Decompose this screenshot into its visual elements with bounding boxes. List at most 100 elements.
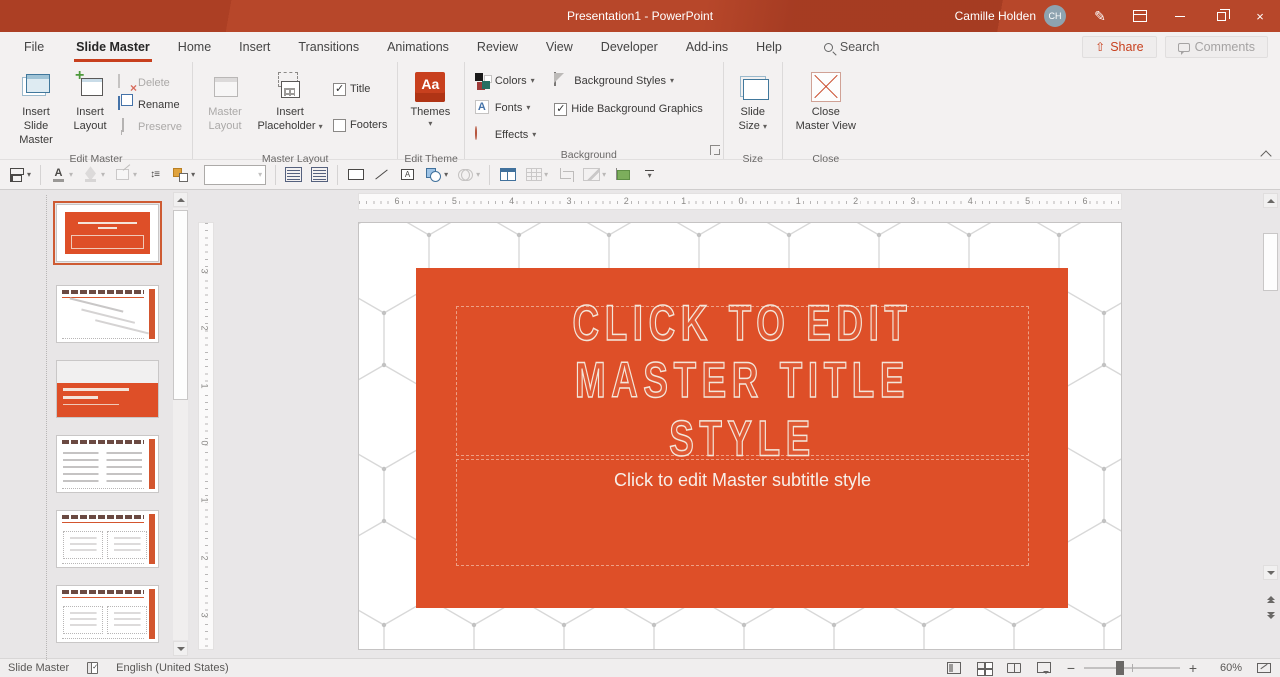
tab-insert[interactable]: Insert [225, 32, 284, 62]
zoom-in-button[interactable]: + [1188, 661, 1198, 675]
minimize-button[interactable] [1160, 0, 1200, 32]
canvas-scrollbar[interactable] [1263, 193, 1278, 650]
scroll-down-icon[interactable] [1263, 565, 1278, 580]
proofing-icon[interactable] [87, 662, 98, 674]
distribute-rows-alt-icon[interactable] [311, 167, 328, 182]
tab-slide-master[interactable]: Slide Master [62, 32, 164, 62]
font-color-icon[interactable]: A▾ [50, 167, 73, 182]
insert-slide-master-button[interactable]: Insert Slide Master [6, 68, 66, 150]
effects-button[interactable]: Effects ▾ [471, 124, 540, 146]
picture-icon[interactable]: ▾ [583, 167, 606, 182]
delete-button[interactable]: Delete [114, 72, 186, 94]
hide-background-graphics-box[interactable] [554, 103, 567, 116]
footers-checkbox-box[interactable] [333, 119, 346, 132]
share-button[interactable]: ⇧ Share [1082, 36, 1156, 58]
scroll-up-icon[interactable] [1263, 193, 1278, 208]
line-icon[interactable] [373, 167, 390, 182]
flag-icon[interactable] [615, 167, 632, 182]
table-icon[interactable]: ▾ [525, 167, 548, 182]
close-master-view-button[interactable]: Close Master View [789, 68, 863, 150]
vertical-ruler[interactable]: 3210123 [198, 222, 214, 650]
zoom-out-button[interactable]: − [1066, 661, 1076, 675]
arrange-icon[interactable]: ▾ [172, 167, 195, 182]
comments-button[interactable]: Comments [1165, 36, 1268, 58]
master-layout-button[interactable]: Master Layout [199, 68, 251, 150]
ribbon: Insert Slide Master Insert Layout Delete… [0, 62, 1280, 160]
toolbar-overflow-icon[interactable]: ▾ [641, 167, 658, 182]
ink-pen-icon[interactable]: ✎ [1080, 0, 1120, 32]
shapes-icon[interactable]: ▾ [425, 167, 448, 182]
tab-home[interactable]: Home [164, 32, 225, 62]
draw-table-icon[interactable] [499, 167, 516, 182]
tab-transitions[interactable]: Transitions [284, 32, 373, 62]
thumbnail-comparison-layout[interactable] [56, 585, 159, 643]
tab-review[interactable]: Review [463, 32, 532, 62]
zoom-slider-thumb[interactable] [1116, 661, 1124, 675]
title-checkbox[interactable]: Title [329, 78, 391, 100]
scrollbar-thumb[interactable] [173, 210, 188, 400]
previous-slide-icon[interactable] [1263, 590, 1278, 604]
footers-checkbox[interactable]: Footers [329, 114, 391, 136]
title-slide-background-shape[interactable]: CLICK TO EDIT MASTER TITLE STYLE Click t… [416, 268, 1068, 608]
reading-view-icon[interactable] [1006, 661, 1022, 675]
thumbnail-title-slide-layout[interactable] [56, 204, 159, 262]
tab-file[interactable]: File [6, 32, 62, 62]
rename-button[interactable]: Rename [114, 94, 186, 116]
thumbnail-two-column-list-layout[interactable] [56, 435, 159, 493]
avatar[interactable]: CH [1044, 5, 1066, 27]
thumbnail-scrollbar[interactable] [173, 192, 188, 656]
rectangle-icon[interactable] [347, 167, 364, 182]
tab-view[interactable]: View [532, 32, 587, 62]
master-title-placeholder[interactable]: CLICK TO EDIT MASTER TITLE STYLE [456, 306, 1029, 456]
slide-size-button[interactable]: Slide Size ▾ [730, 68, 776, 150]
hide-background-graphics-checkbox[interactable]: Hide Background Graphics [550, 98, 706, 120]
themes-button[interactable]: Aa Themes ▾ [404, 68, 456, 150]
distribute-rows-icon[interactable] [285, 167, 302, 182]
thumbnail-section-header-layout[interactable] [56, 360, 159, 418]
thumbnail-two-content-layout[interactable] [56, 510, 159, 568]
background-dialog-launcher-icon[interactable] [710, 145, 720, 155]
tab-help[interactable]: Help [742, 32, 796, 62]
scroll-up-icon[interactable] [173, 192, 188, 207]
merge-shapes-icon[interactable]: ▾ [457, 167, 480, 182]
master-title-text[interactable]: CLICK TO EDIT MASTER TITLE STYLE [514, 295, 971, 468]
tab-animations[interactable]: Animations [373, 32, 463, 62]
insert-slide-master-icon [21, 72, 51, 102]
user-name[interactable]: Camille Holden [955, 9, 1036, 23]
preserve-button[interactable]: Preserve [114, 116, 186, 138]
tab-developer[interactable]: Developer [587, 32, 672, 62]
thumbnail-title-and-content-layout[interactable] [56, 285, 159, 343]
scroll-down-icon[interactable] [173, 641, 188, 656]
slide-sorter-icon[interactable] [976, 661, 992, 675]
language-label[interactable]: English (United States) [116, 662, 229, 674]
collapse-ribbon-icon[interactable] [1261, 149, 1272, 157]
next-slide-icon[interactable] [1263, 610, 1278, 624]
restore-button[interactable] [1200, 0, 1240, 32]
crop-icon[interactable] [557, 167, 574, 182]
colors-button[interactable]: Colors ▾ [471, 70, 540, 92]
background-styles-button[interactable]: Background Styles ▾ [550, 70, 706, 92]
slide-master-editing-area[interactable]: CLICK TO EDIT MASTER TITLE STYLE Click t… [358, 222, 1122, 650]
scrollbar-thumb[interactable] [1263, 233, 1278, 291]
master-subtitle-text[interactable]: Click to edit Master subtitle style [614, 470, 871, 565]
insert-placeholder-button[interactable]: Insert Placeholder ▾ [251, 68, 329, 150]
fit-slide-to-window-icon[interactable] [1256, 661, 1272, 675]
slideshow-icon[interactable] [1036, 661, 1052, 675]
shape-fill-icon[interactable]: ▾ [82, 167, 105, 182]
ribbon-display-options-icon[interactable] [1120, 0, 1160, 32]
insert-layout-button[interactable]: Insert Layout [66, 68, 114, 150]
search-box[interactable]: Search [824, 40, 880, 54]
shape-outline-icon[interactable]: ▾ [114, 167, 137, 182]
master-subtitle-placeholder[interactable]: Click to edit Master subtitle style [456, 459, 1029, 566]
text-box-icon[interactable] [399, 167, 416, 182]
fonts-button[interactable]: A Fonts ▾ [471, 97, 540, 119]
horizontal-ruler[interactable]: 6543210123456 [358, 193, 1122, 210]
title-checkbox-box[interactable] [333, 83, 346, 96]
close-button[interactable]: × [1240, 0, 1280, 32]
normal-view-icon[interactable] [946, 661, 962, 675]
zoom-slider[interactable] [1084, 667, 1180, 669]
line-spacing-icon[interactable]: ↕≡ [146, 167, 163, 182]
tab-add-ins[interactable]: Add-ins [672, 32, 742, 62]
zoom-level[interactable]: 60% [1212, 662, 1242, 674]
outline-level-icon[interactable]: ▾ [8, 167, 31, 182]
